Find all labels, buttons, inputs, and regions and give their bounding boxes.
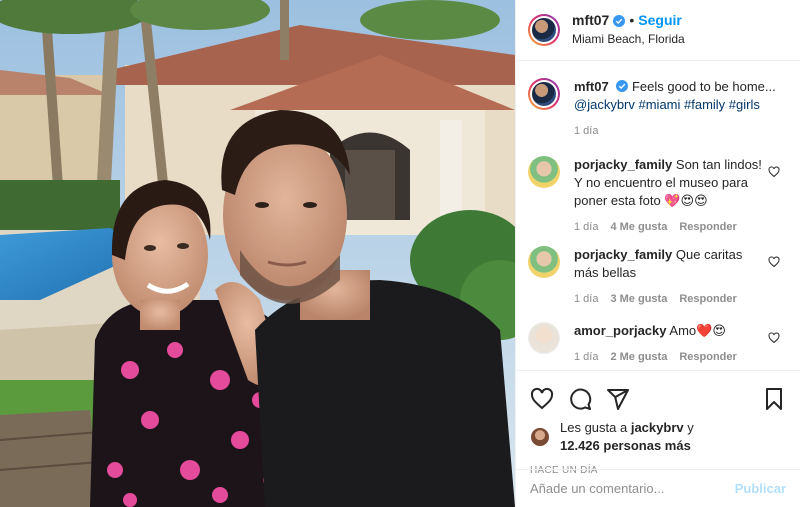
commenter-avatar[interactable] [528,156,560,188]
location-link[interactable]: Miami Beach, Florida [572,31,685,48]
likes-joiner: y [687,420,694,435]
comment-time[interactable]: 1 día [574,218,598,236]
commenter-avatar[interactable] [528,322,560,354]
photo-scene [0,0,515,507]
caption-username[interactable]: mft07 [574,79,609,94]
verified-badge-icon [613,14,626,27]
post-header: mft07 • Seguir Miami Beach, Florida [516,0,800,61]
like-comment-heart-icon[interactable] [768,166,780,178]
liker-username[interactable]: jackybrv [631,420,684,435]
reply-button[interactable]: Responder [679,290,736,308]
caption-mention[interactable]: @jackybrv [574,97,635,112]
comment-likes[interactable]: 3 Me gusta [610,290,667,308]
comment-item: porjacky_family Que caritas más bellas 1… [528,246,788,308]
comment-time[interactable]: 1 día [574,290,598,308]
save-bookmark-icon[interactable] [762,387,786,411]
commenter-avatar[interactable] [528,246,560,278]
comments-list[interactable]: mft07 Feels good to be home... @jackybrv… [516,62,800,370]
comment-text: Amo❤️😍 [669,323,726,338]
comment-item: amor_porjacky Amo❤️😍 1 día 2 Me gusta Re… [528,322,788,366]
post-photo[interactable] [0,0,515,507]
comment-username[interactable]: porjacky_family [574,247,672,262]
header-separator: • [629,12,635,28]
add-comment-bar: Publicar [516,469,800,507]
share-send-icon[interactable] [606,387,630,411]
liker-avatar[interactable] [530,427,550,447]
comment-time[interactable]: 1 día [574,348,598,366]
publish-button[interactable]: Publicar [735,481,786,496]
comment-item: porjacky_family Son tan lindos! Y no enc… [528,156,788,236]
comment-likes[interactable]: 4 Me gusta [610,218,667,236]
caption-time[interactable]: 1 día [574,122,598,140]
comment-username[interactable]: porjacky_family [574,157,672,172]
author-username[interactable]: mft07 [572,12,609,29]
post-side-panel: mft07 • Seguir Miami Beach, Florida mft0… [515,0,800,507]
caption-hashtags[interactable]: #miami #family #girls [639,97,760,112]
verified-badge-icon [616,80,629,92]
like-heart-icon[interactable] [530,387,554,411]
comment-bubble-icon[interactable] [568,387,592,411]
caption-avatar[interactable] [528,78,560,110]
likes-count[interactable]: 12.426 personas más [560,438,691,453]
caption: mft07 Feels good to be home... @jackybrv… [528,78,788,140]
caption-text: Feels good to be home... [631,79,776,94]
reply-button[interactable]: Responder [679,348,736,366]
comment-input[interactable] [530,481,735,496]
follow-button[interactable]: Seguir [638,12,682,29]
likes-prefix: Les gusta a [560,420,628,435]
post-actions: Les gusta a jackybrv y 12.426 personas m… [516,370,800,476]
like-comment-heart-icon[interactable] [768,256,780,268]
likes-summary: Les gusta a jackybrv y 12.426 personas m… [530,419,786,455]
comment-likes[interactable]: 2 Me gusta [610,348,667,366]
like-comment-heart-icon[interactable] [768,332,780,344]
reply-button[interactable]: Responder [679,218,736,236]
author-avatar[interactable] [528,14,560,46]
comment-username[interactable]: amor_porjacky [574,323,667,338]
